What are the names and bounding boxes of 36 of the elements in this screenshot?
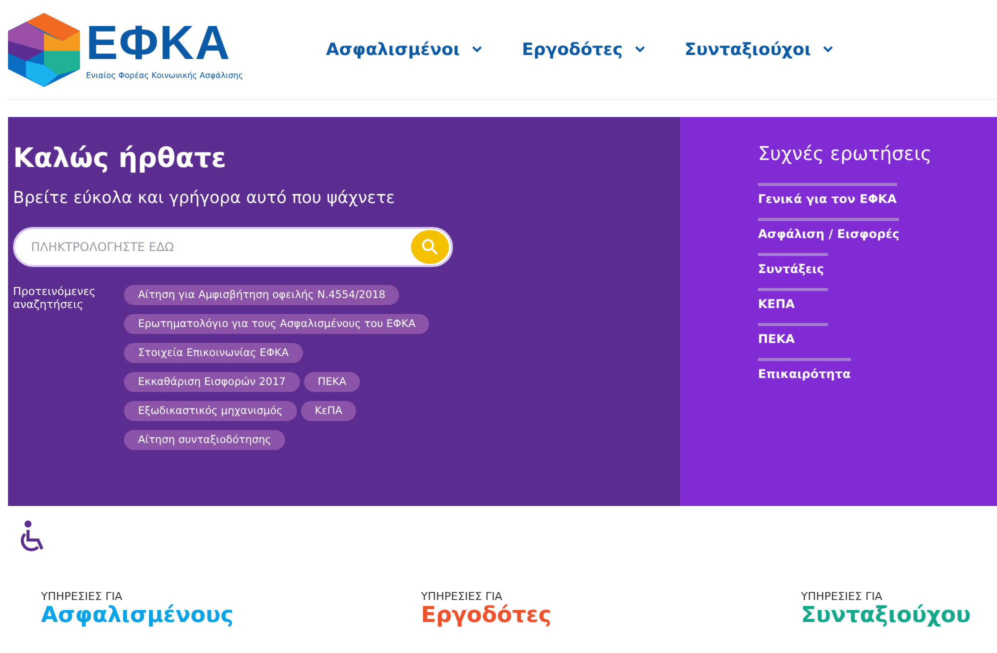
logo-cube-icon xyxy=(8,12,80,86)
services-title[interactable]: Συνταξιούχου xyxy=(801,603,997,628)
suggestion-chip[interactable]: ΚεΠΑ xyxy=(300,401,356,421)
accessibility-icon[interactable] xyxy=(18,520,46,554)
suggested-searches-label: Προτεινόμενες αναζητήσεις xyxy=(13,285,97,313)
services-caption: ΥΠΗΡΕΣΙΕΣ ΓΙΑ xyxy=(421,590,504,603)
nav-menu-item[interactable]: Εργοδότες xyxy=(522,40,645,60)
faq-link[interactable]: Γενικά για τον ΕΦΚΑ xyxy=(758,183,897,206)
services-caption: ΥΠΗΡΕΣΙΕΣ ΓΙΑ xyxy=(801,590,884,603)
chevron-icon xyxy=(634,46,645,53)
suggestion-chip[interactable]: Αίτηση για Αμφισβήτηση οφειλής Ν.4554/2018 xyxy=(124,285,400,305)
faq-link[interactable]: Ασφάλιση / Εισφορές xyxy=(758,218,900,241)
nav-menu-item[interactable]: Συνταξιούχοι xyxy=(684,40,833,60)
services-caption: ΥΠΗΡΕΣΙΕΣ ΓΙΑ xyxy=(41,590,124,603)
faq-heading: Συχνές ερωτήσεις xyxy=(758,143,933,165)
chevron-icon xyxy=(822,46,833,53)
faq-link[interactable]: ΠΕΚΑ xyxy=(758,323,828,346)
nav-menu-item[interactable]: Ασφαλισμένοι xyxy=(326,40,482,60)
faq-link[interactable]: Επικαιρότητα xyxy=(758,358,851,381)
suggestion-chip[interactable]: Ερωτηματολόγιο για τους Ασφαλισμένους του ΕΦΚΑ xyxy=(124,314,430,334)
suggestion-chip[interactable]: Στοιχεία Επικοινωνίας ΕΦΚΑ xyxy=(124,343,303,363)
services-title[interactable]: Ασφαλισμένους xyxy=(41,603,421,628)
chevron-icon xyxy=(472,46,482,53)
welcome-subtitle: Βρείτε εύκολα και γρήγορα αυτό που ψάχνετε xyxy=(13,188,396,207)
suggestion-chip[interactable]: Εξωδικαστικός μηχανισμός xyxy=(124,401,297,421)
faq-link[interactable]: Συντάξεις xyxy=(758,253,828,276)
suggestion-chip[interactable]: Εκκαθάριση Εισφορών 2017 xyxy=(124,372,300,392)
suggestion-chip[interactable]: ΠΕΚΑ xyxy=(304,372,360,392)
logo-tagline: Ενιαίος Φορέας Κοινωνικής Ασφάλισης xyxy=(86,71,244,80)
welcome-heading: Καλώς ήρθατε xyxy=(13,143,228,174)
services-title[interactable]: Εργοδότες xyxy=(421,603,801,628)
suggestion-chip[interactable]: Αίτηση συνταξιοδότησης xyxy=(124,430,286,450)
search-icon xyxy=(421,238,439,256)
logo-wordmark: ΕΦΚΑ xyxy=(86,19,232,69)
search-field[interactable]: ΠΛΗΚΤΡΟΛΟΓΗΣΤΕ ΕΔΩ xyxy=(13,227,453,267)
faq-link[interactable]: ΚΕΠΑ xyxy=(758,288,828,311)
